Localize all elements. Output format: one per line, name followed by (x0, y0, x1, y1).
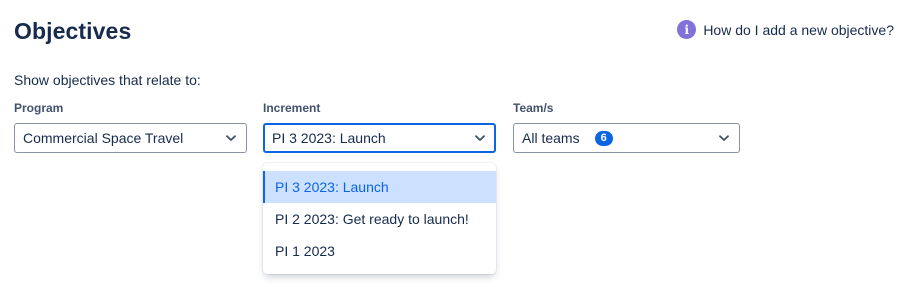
increment-label: Increment (263, 101, 321, 115)
increment-dropdown-menu: PI 3 2023: Launch PI 2 2023: Get ready t… (263, 163, 496, 274)
teams-select[interactable]: All teams 6 (513, 123, 740, 153)
increment-option[interactable]: PI 3 2023: Launch (263, 171, 496, 203)
program-label: Program (14, 101, 64, 115)
page-title: Objectives (14, 18, 132, 44)
program-select[interactable]: Commercial Space Travel (14, 123, 247, 153)
filter-intro-text: Show objectives that relate to: (14, 72, 201, 88)
team-count-badge: 6 (594, 130, 613, 146)
help-link-label: How do I add a new objective? (703, 21, 894, 38)
teams-label: Team/s (513, 101, 554, 115)
help-link[interactable]: i How do I add a new objective? (677, 20, 894, 39)
chevron-down-icon (475, 133, 485, 143)
increment-option[interactable]: PI 1 2023 (263, 235, 496, 267)
teams-select-value: All teams (522, 130, 580, 146)
chevron-down-icon (226, 133, 236, 143)
teams-select-content: All teams 6 (522, 130, 719, 146)
info-icon: i (677, 20, 697, 39)
program-select-value: Commercial Space Travel (23, 130, 184, 146)
increment-option[interactable]: PI 2 2023: Get ready to launch! (263, 203, 496, 235)
increment-select-value: PI 3 2023: Launch (272, 130, 386, 146)
increment-select[interactable]: PI 3 2023: Launch (263, 123, 496, 153)
objectives-page: Objectives i How do I add a new objectiv… (0, 0, 915, 287)
chevron-down-icon (719, 133, 729, 143)
